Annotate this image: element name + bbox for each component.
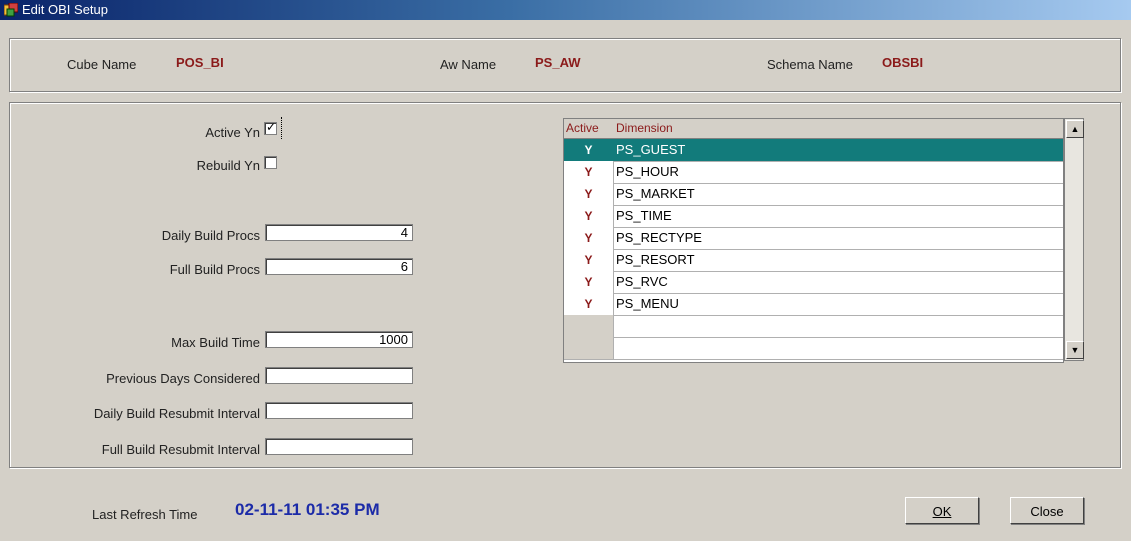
table-row[interactable]: Y PS_TIME [564,205,1063,228]
title-bar: Edit OBI Setup [0,0,1131,20]
dimension-cell[interactable]: PS_RVC [616,271,668,293]
previous-days-label: Previous Days Considered [106,371,260,386]
active-cell[interactable]: Y [564,161,614,183]
active-cell[interactable]: Y [564,271,614,293]
dimension-cell[interactable]: PS_HOUR [616,161,679,183]
full-resubmit-label: Full Build Resubmit Interval [101,442,260,457]
active-yn-checkbox[interactable]: ✓ [264,120,277,135]
daily-build-procs-input[interactable]: 4 [265,224,413,241]
daily-resubmit-label: Daily Build Resubmit Interval [93,406,260,421]
cube-name-value: POS_BI [176,55,224,70]
close-button-label: Close [1030,504,1064,519]
active-cell[interactable]: Y [564,205,614,227]
active-cell[interactable]: Y [564,227,614,249]
header-panel: Cube Name POS_BI Aw Name PS_AW Schema Na… [9,38,1121,92]
last-refresh-value: 02-11-11 01:35 PM [235,500,380,519]
max-build-time-label: Max Build Time [171,335,260,350]
table-row[interactable] [564,315,1063,338]
cube-name-label: Cube Name [67,57,137,72]
window-title: Edit OBI Setup [22,2,108,17]
table-row[interactable]: Y PS_HOUR [564,161,1063,184]
table-row[interactable]: Y PS_RVC [564,271,1063,294]
daily-resubmit-input[interactable] [265,402,413,419]
active-cell[interactable] [564,315,614,337]
dimension-cell[interactable]: PS_MENU [616,293,679,315]
active-cell[interactable]: Y [564,293,614,315]
aw-name-label: Aw Name [440,57,497,72]
table-row[interactable]: Y PS_MARKET [564,183,1063,206]
full-resubmit-input[interactable] [265,438,413,455]
dimension-cell[interactable]: PS_GUEST [616,139,685,161]
max-build-time-input[interactable]: 1000 [265,331,413,348]
full-build-procs-input[interactable]: 6 [265,258,413,275]
schema-name-value: OBSBI [882,55,924,70]
close-button[interactable]: Close [1010,497,1084,524]
table-row[interactable]: Y PS_MENU [564,293,1063,316]
dimension-cell[interactable]: PS_RESORT [616,249,695,271]
dimension-cell[interactable]: PS_MARKET [616,183,695,205]
aw-name-value: PS_AW [535,55,581,70]
previous-days-input[interactable] [265,367,413,384]
last-refresh-label: Last Refresh Time [92,507,198,522]
active-cell[interactable]: Y [564,183,614,205]
rebuild-yn-label: Rebuild Yn [196,158,260,173]
grid-header: Active Dimension [564,119,1063,139]
daily-build-procs-label: Daily Build Procs [161,228,260,243]
ok-button[interactable]: OK [905,497,979,524]
schema-name-label: Schema Name [767,57,853,72]
dimension-column-header[interactable]: Dimension [616,121,673,135]
focus-indicator [281,117,283,139]
check-icon: ✓ [266,120,277,134]
table-row[interactable]: Y PS_RECTYPE [564,227,1063,250]
active-cell[interactable] [564,337,614,359]
table-row[interactable]: Y PS_RESORT [564,249,1063,272]
active-yn-label: Active Yn [205,125,260,140]
scroll-up-icon[interactable]: ▲ [1066,120,1084,138]
app-icon [3,2,19,17]
dimension-cell[interactable]: PS_RECTYPE [616,227,702,249]
full-build-procs-label: Full Build Procs [169,262,260,277]
active-cell[interactable]: Y [564,139,614,161]
scroll-down-icon[interactable]: ▼ [1066,341,1084,359]
active-cell[interactable]: Y [564,249,614,271]
grid-scrollbar[interactable]: ▲ ▼ [1064,118,1084,361]
dimension-grid: Active Dimension Y PS_GUEST Y PS_HOUR Y PS_MA… [563,118,1064,363]
ok-button-label: OK [932,504,952,519]
dimension-cell[interactable]: PS_TIME [616,205,672,227]
active-column-header[interactable]: Active [566,121,599,135]
rebuild-yn-checkbox[interactable] [264,156,277,169]
table-row[interactable] [564,337,1063,360]
table-row[interactable]: Y PS_GUEST [564,139,1063,162]
